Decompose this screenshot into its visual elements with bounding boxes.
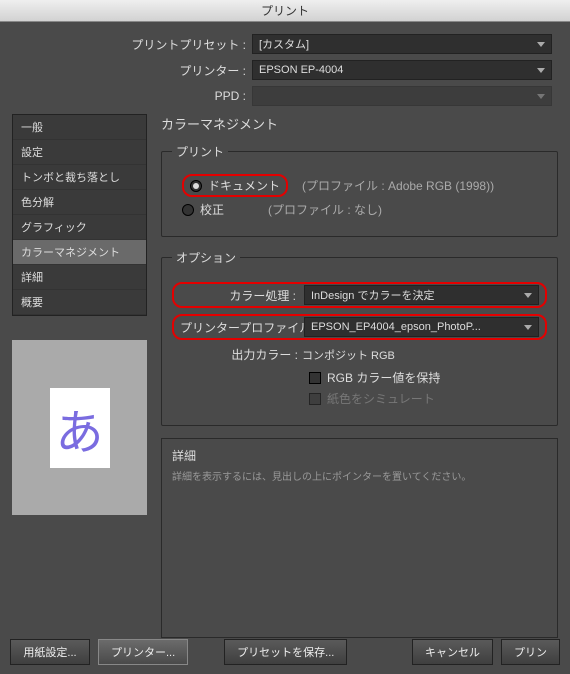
sidebar-item-advanced[interactable]: 詳細 xyxy=(13,265,146,290)
highlight-printer-profile: プリンタープロファイル : EPSON_EP4004_epson_PhotoP.… xyxy=(172,314,547,340)
radio-document-label[interactable]: ドキュメント xyxy=(208,177,280,194)
printer-profile-value: EPSON_EP4004_epson_PhotoP... xyxy=(311,321,481,333)
detail-title: 詳細 xyxy=(172,447,547,464)
preview-glyph: あ xyxy=(55,393,103,463)
simulate-paper-label: 紙色をシミュレート xyxy=(327,390,435,407)
sidebar-item-graphics[interactable]: グラフィック xyxy=(13,215,146,240)
print-button[interactable]: プリン xyxy=(501,639,560,665)
sidebar-list: 一般 設定 トンボと裁ち落とし 色分解 グラフィック カラーマネジメント 詳細 … xyxy=(12,114,147,316)
color-handling-value: InDesign でカラーを決定 xyxy=(311,287,434,303)
radio-proof-label[interactable]: 校正 xyxy=(200,201,224,218)
chevron-down-icon xyxy=(537,94,545,99)
sidebar-item-general[interactable]: 一般 xyxy=(13,115,146,140)
radio-proof[interactable] xyxy=(182,204,194,216)
highlight-color-handling: カラー処理 : InDesign でカラーを決定 xyxy=(172,282,547,308)
page-preview: あ xyxy=(12,340,147,515)
button-bar: 用紙設定... プリンター... プリセットを保存... キャンセル プリン xyxy=(0,630,570,674)
printer-value: EPSON EP-4004 xyxy=(259,64,343,76)
printer-profile-label: プリンタープロファイル : xyxy=(180,319,300,336)
proof-profile: (プロファイル : なし) xyxy=(268,201,382,218)
color-handling-select[interactable]: InDesign でカラーを決定 xyxy=(304,285,539,305)
chevron-down-icon xyxy=(524,325,532,330)
printer-select[interactable]: EPSON EP-4004 xyxy=(252,60,552,80)
ppd-select xyxy=(252,86,552,106)
options-group: オプション カラー処理 : InDesign でカラーを決定 プリンタープロファ… xyxy=(161,249,558,426)
radio-document[interactable] xyxy=(190,180,202,192)
output-color-value: コンポジット RGB xyxy=(302,347,395,363)
preserve-rgb-label[interactable]: RGB カラー値を保持 xyxy=(327,369,440,386)
printer-label: プリンター : xyxy=(12,62,252,79)
preset-value: [カスタム] xyxy=(259,36,309,52)
color-handling-label: カラー処理 : xyxy=(180,287,300,304)
print-group: プリント ドキュメント (プロファイル : Adobe RGB (1998)) … xyxy=(161,143,558,237)
document-profile: (プロファイル : Adobe RGB (1998)) xyxy=(302,177,494,194)
chevron-down-icon xyxy=(537,42,545,47)
save-preset-button[interactable]: プリセットを保存... xyxy=(224,639,347,665)
printer-button[interactable]: プリンター... xyxy=(98,639,188,665)
printer-profile-select[interactable]: EPSON_EP4004_epson_PhotoP... xyxy=(304,317,539,337)
window-titlebar: プリント xyxy=(0,0,570,22)
output-color-label: 出力カラー : xyxy=(172,346,302,363)
detail-box: 詳細 詳細を表示するには、見出しの上にポインターを置いてください。 xyxy=(161,438,558,638)
options-group-legend: オプション xyxy=(172,249,240,266)
sidebar-item-marks[interactable]: トンボと裁ち落とし xyxy=(13,165,146,190)
checkbox-simulate-paper xyxy=(309,393,321,405)
window-title: プリント xyxy=(261,4,309,18)
sidebar-item-setup[interactable]: 設定 xyxy=(13,140,146,165)
sidebar-item-output[interactable]: 色分解 xyxy=(13,190,146,215)
ppd-label: PPD : xyxy=(12,89,252,103)
panel-title: カラーマネジメント xyxy=(161,114,558,133)
preview-page: あ xyxy=(50,388,110,468)
cancel-button[interactable]: キャンセル xyxy=(412,639,493,665)
page-setup-button[interactable]: 用紙設定... xyxy=(10,639,90,665)
sidebar-item-summary[interactable]: 概要 xyxy=(13,290,146,315)
highlight-document: ドキュメント xyxy=(182,174,288,197)
sidebar-item-color-management[interactable]: カラーマネジメント xyxy=(13,240,146,265)
chevron-down-icon xyxy=(524,293,532,298)
print-group-legend: プリント xyxy=(172,143,228,160)
preset-select[interactable]: [カスタム] xyxy=(252,34,552,54)
detail-text: 詳細を表示するには、見出しの上にポインターを置いてください。 xyxy=(172,468,547,483)
checkbox-preserve-rgb[interactable] xyxy=(309,372,321,384)
preset-label: プリントプリセット : xyxy=(12,36,252,53)
chevron-down-icon xyxy=(537,68,545,73)
